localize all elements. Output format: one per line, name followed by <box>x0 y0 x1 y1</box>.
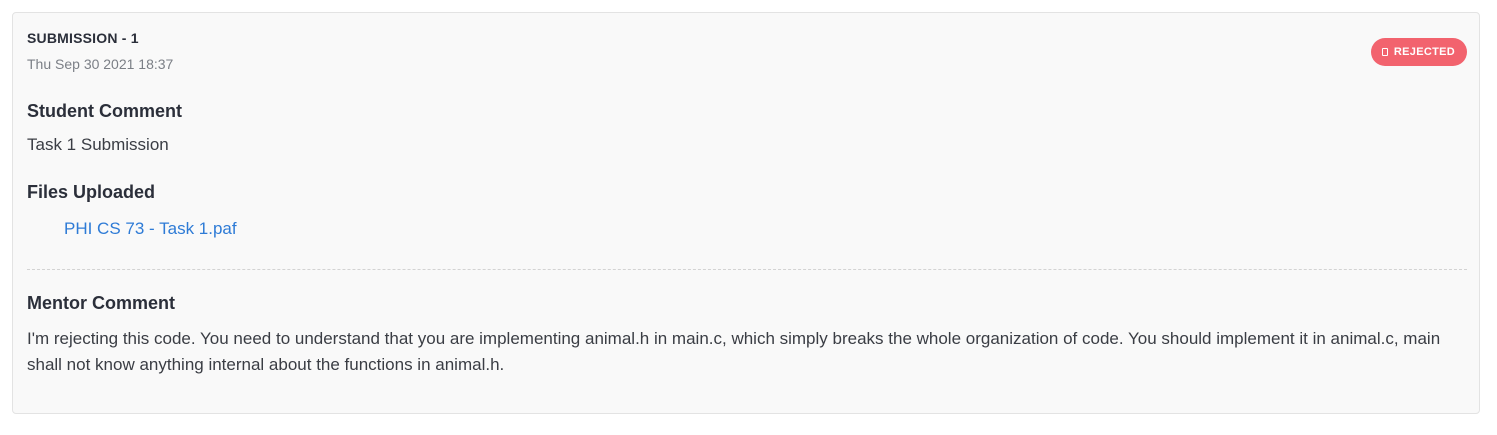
file-icon <box>1381 48 1388 56</box>
status-badge: REJECTED <box>1370 38 1467 66</box>
student-comment-heading: Student Comment <box>27 101 182 121</box>
submission-card: SUBMISSION - 1 Thu Sep 30 2021 18:37 REJ… <box>12 12 1480 414</box>
submission-date: Thu Sep 30 2021 18:37 <box>27 56 174 72</box>
files-uploaded-heading: Files Uploaded <box>27 182 156 202</box>
status-label: REJECTED <box>1393 46 1455 58</box>
mentor-comment-heading: Mentor Comment <box>27 293 175 313</box>
uploaded-file-link[interactable]: PHI CS 73 - Task 1.paf <box>64 219 237 239</box>
submission-title: SUBMISSION - 1 <box>27 30 139 46</box>
student-comment-text: Task 1 Submission <box>27 135 169 154</box>
mentor-comment-text: I'm rejecting this code. You need to und… <box>27 329 1441 374</box>
section-divider <box>27 269 1467 270</box>
